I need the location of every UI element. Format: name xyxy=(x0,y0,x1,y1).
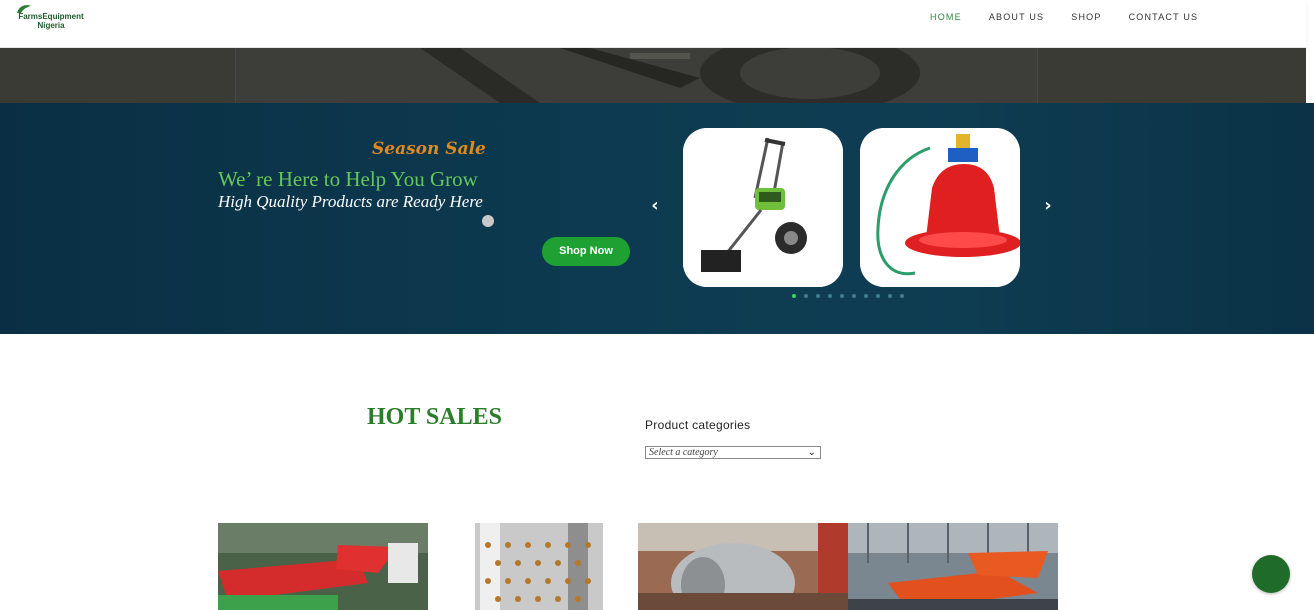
poultry-drinker-image xyxy=(860,128,1020,287)
category-select-value: Select a category xyxy=(649,447,718,458)
product-thumb-2[interactable] xyxy=(428,523,638,610)
product-thumb-3[interactable] xyxy=(638,523,848,610)
categories-label: Product categories xyxy=(645,418,751,432)
orange-machine-image xyxy=(848,523,1058,610)
carousel-dot[interactable] xyxy=(876,294,880,298)
carousel-dot[interactable] xyxy=(864,294,868,298)
tractor-silhouette-icon xyxy=(420,48,920,103)
nav-shop[interactable]: SHOP xyxy=(1071,12,1101,22)
product-thumb-4[interactable] xyxy=(848,523,1058,610)
carousel-dot[interactable] xyxy=(804,294,808,298)
site-logo[interactable]: FarmsEquipment Nigeria xyxy=(15,3,87,33)
product-card-drinker[interactable] xyxy=(860,128,1020,287)
carousel-dot[interactable] xyxy=(900,294,904,298)
carousel-dot[interactable] xyxy=(828,294,832,298)
carousel-dot[interactable] xyxy=(888,294,892,298)
shop-now-button[interactable]: Shop Now xyxy=(542,237,630,266)
logo-text: FarmsEquipment Nigeria xyxy=(18,12,84,30)
carousel-dot[interactable] xyxy=(840,294,844,298)
nav-home[interactable]: HOME xyxy=(930,12,962,22)
steel-drum-image xyxy=(428,523,638,610)
chevron-down-icon: ⌄ xyxy=(807,447,816,458)
carousel-dot[interactable] xyxy=(852,294,856,298)
carousel-next-icon[interactable]: › xyxy=(1041,196,1055,216)
product-thumb-1[interactable] xyxy=(218,523,428,610)
roller-drum-image xyxy=(638,523,848,610)
carousel-dot[interactable] xyxy=(816,294,820,298)
section-title: HOT SALES xyxy=(367,404,502,430)
chat-button[interactable] xyxy=(1252,555,1290,593)
red-machine-image xyxy=(218,523,428,610)
hero-tag: Season Sale xyxy=(372,139,486,159)
hero-slider: Season Sale We’ re Here to Help You Grow… xyxy=(0,103,1314,334)
carousel-prev-icon[interactable]: ‹ xyxy=(648,196,662,216)
nav-contact-us[interactable]: CONTACT US xyxy=(1129,12,1199,22)
carousel-dot[interactable] xyxy=(792,294,796,298)
category-select[interactable]: Select a category ⌄ xyxy=(645,446,821,459)
product-card-tiller[interactable] xyxy=(683,128,843,287)
slider-indicator-dot[interactable] xyxy=(482,215,494,227)
carousel-dots xyxy=(792,294,904,298)
hero-headline: We’ re Here to Help You Grow xyxy=(218,167,478,191)
header-banner-image xyxy=(0,48,1306,103)
nav-about-us[interactable]: ABOUT US xyxy=(989,12,1044,22)
site-header: FarmsEquipment Nigeria HOME ABOUT US SHO… xyxy=(0,0,1306,48)
walk-behind-tiller-image xyxy=(683,128,843,287)
hero-subtitle: High Quality Products are Ready Here xyxy=(218,192,483,211)
main-nav: HOME ABOUT US SHOP CONTACT US xyxy=(930,12,1225,22)
